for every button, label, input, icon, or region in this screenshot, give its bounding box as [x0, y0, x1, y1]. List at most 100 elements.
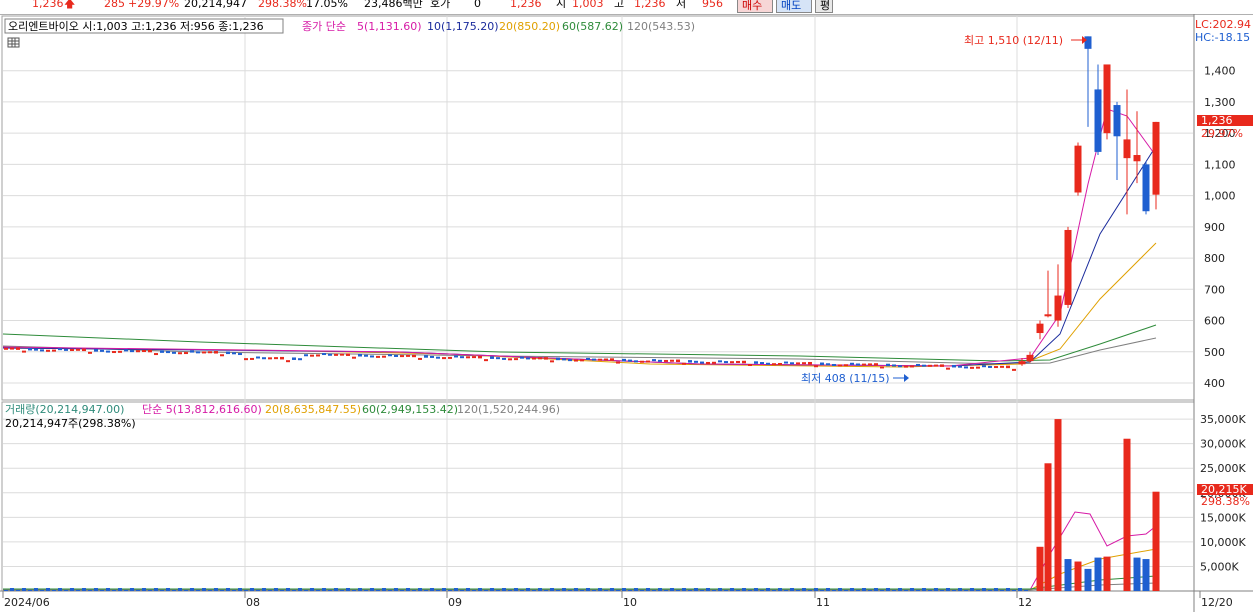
- volume-bar: [1018, 588, 1022, 591]
- volume-bar: [862, 588, 866, 591]
- volume-bar: [736, 590, 740, 591]
- volume-bar: [532, 590, 536, 591]
- volume-bar: [46, 588, 50, 591]
- volume-bar: [1044, 463, 1052, 591]
- candle-body: [718, 360, 722, 363]
- candle-body: [556, 357, 560, 361]
- volume-bar: [418, 588, 422, 591]
- date-axis: 2024/06 08 09 10 11 12 12/20: [2, 591, 1233, 609]
- candle-body: [484, 359, 488, 362]
- volume-bar: [160, 590, 164, 591]
- ma60-label: 60(587.62): [562, 20, 623, 33]
- volume-bar: [412, 590, 416, 591]
- candle-body: [496, 357, 500, 360]
- candle-body: [214, 351, 218, 354]
- candle-body: [814, 365, 818, 368]
- volume-ma20-label: 20(8,635,847.55): [265, 403, 361, 416]
- candle-body: [604, 358, 608, 361]
- price-panel[interactable]: [1, 15, 1195, 401]
- volume-bar: [526, 588, 530, 591]
- candle-body: [334, 353, 338, 356]
- volume-bar: [292, 590, 296, 591]
- current-price-tag-text: 1,236: [1201, 114, 1233, 127]
- volume-panel[interactable]: [1, 401, 1195, 592]
- volume-bar: [232, 590, 236, 591]
- volume-bar: [10, 588, 14, 591]
- candle-body: [766, 362, 770, 365]
- volume-bar: [682, 588, 686, 591]
- candle-body: [1006, 365, 1010, 369]
- candle-body: [436, 356, 440, 359]
- volume-bar: [280, 590, 284, 591]
- candle-body: [454, 355, 458, 358]
- candle-body: [274, 357, 278, 360]
- candle-body: [130, 350, 134, 353]
- volume-bar: [436, 590, 440, 591]
- candle-body: [88, 351, 92, 354]
- settings-icon[interactable]: [7, 37, 20, 48]
- ma10-label: 10(1,175.20): [427, 20, 499, 33]
- candle-body: [646, 360, 650, 363]
- price-tick-label: 1,400: [1204, 65, 1236, 78]
- volume-bar: [178, 588, 182, 591]
- buy-button[interactable]: 매수: [737, 0, 773, 13]
- volume-bar: [472, 590, 476, 591]
- volume-bar: [502, 588, 506, 591]
- candle-body: [250, 357, 254, 360]
- candle-body: [562, 358, 566, 361]
- open-label: 시: [556, 0, 567, 10]
- extra-button[interactable]: 평: [815, 0, 833, 13]
- volume-bar: [304, 590, 308, 591]
- candle-body: [340, 353, 344, 356]
- volume-bar: [646, 588, 650, 591]
- sell-button[interactable]: 매도: [776, 0, 812, 13]
- candle-body: [406, 354, 410, 357]
- volume-bar: [166, 588, 170, 591]
- candle-body: [694, 360, 698, 363]
- volume-bar: [946, 588, 950, 591]
- volume-bar: [208, 590, 212, 591]
- low-annotation: 최저 408 (11/15): [801, 372, 890, 385]
- candle-body: [640, 360, 644, 363]
- volume-bar: [82, 588, 86, 591]
- volume-bar: [244, 590, 248, 591]
- candle-body: [310, 354, 314, 357]
- volume-tick-label: 35,000K: [1200, 413, 1246, 426]
- volume-bar: [658, 588, 662, 591]
- candle-body: [676, 359, 680, 363]
- volume-bar: [904, 590, 908, 591]
- volume-bar: [1064, 559, 1072, 591]
- volume-bar: [142, 588, 146, 591]
- volume-bar: [718, 588, 722, 591]
- candle-body: [268, 357, 272, 360]
- volume-bar: [1123, 438, 1131, 591]
- volume-bar: [40, 590, 44, 591]
- volume-bar: [610, 588, 614, 591]
- volume-bar: [1000, 590, 1004, 591]
- volume-bar: [358, 588, 362, 591]
- candle-body: [256, 356, 260, 359]
- candle-body: [10, 347, 14, 350]
- candle-body: [46, 349, 50, 352]
- candle-body: [52, 349, 56, 352]
- volume-bar: [322, 588, 326, 591]
- candle-body: [154, 353, 158, 356]
- volume-bar: [712, 590, 716, 591]
- volume-bar: [604, 590, 608, 591]
- volume-bar: [124, 590, 128, 591]
- candle-body: [532, 357, 536, 360]
- candle-body: [1123, 139, 1131, 159]
- volume-bar: [700, 590, 704, 591]
- candle-body: [490, 356, 494, 359]
- candle-body: [820, 362, 824, 366]
- quote-amount: 23,486백만: [364, 0, 423, 10]
- volume-bar: [442, 588, 446, 591]
- candle-body: [742, 360, 746, 364]
- price-tick-label: 500: [1204, 346, 1225, 359]
- volume-bar: [1006, 588, 1010, 591]
- candle-body: [1012, 368, 1016, 371]
- volume-bar: [790, 588, 794, 591]
- stock-chart[interactable]: 4005006007008009001,0001,1001,2001,3001,…: [0, 14, 1253, 612]
- candle-body: [226, 351, 230, 355]
- candle-body: [634, 360, 638, 363]
